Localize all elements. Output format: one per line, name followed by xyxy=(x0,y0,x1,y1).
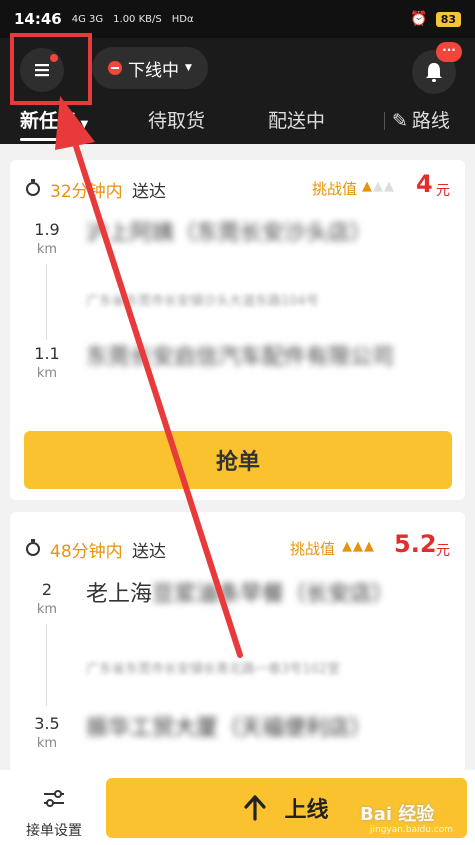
tab-delivering[interactable]: 配送中 xyxy=(268,106,325,133)
bell-icon xyxy=(426,63,442,82)
work-status-toggle[interactable]: 下线中 ▼ xyxy=(92,47,208,89)
order-card[interactable]: 32分钟内 送达 挑战值 ▲▲▲ 4 元 1.9 km 沪上阿姨（东莞长安沙头店… xyxy=(10,160,465,500)
dropoff-distance: 3.5 xyxy=(34,714,60,733)
go-online-label: 上线 xyxy=(284,798,329,823)
network-speed: 1.00 KB/S xyxy=(113,13,162,25)
signal-icon: 4G 3G xyxy=(71,13,104,25)
grab-order-button[interactable]: 抢单 xyxy=(24,431,452,489)
timer-icon xyxy=(26,179,40,196)
dropoff-name: 东莞长安启信汽车配件有限公司 xyxy=(86,345,395,370)
order-settings-label: 接单设置 xyxy=(26,823,82,839)
pickup-distance: 1.9 xyxy=(34,220,60,239)
pickup-name-visible: 老上海 xyxy=(86,582,153,607)
deliver-label: 送达 xyxy=(132,182,166,202)
distance-unit: km xyxy=(36,366,58,381)
price-unit: 元 xyxy=(436,183,450,199)
active-tab-indicator xyxy=(20,138,80,141)
divider xyxy=(384,112,385,130)
work-status-label: 下线中 xyxy=(128,60,180,81)
tab-label: 路线 xyxy=(411,110,450,132)
offline-icon xyxy=(108,61,123,75)
alarm-icon: ⏰ xyxy=(410,11,428,27)
distance-unit: km xyxy=(36,602,58,617)
tab-label: 新任务 xyxy=(20,110,78,132)
watermark-logo: Bai 经验 xyxy=(360,804,435,825)
pickup-distance: 2 xyxy=(41,580,53,599)
tab-route[interactable]: ✎ 路线 xyxy=(392,106,450,133)
challenge-level-icon: ▲▲▲ xyxy=(362,179,395,194)
challenge-level-icon: ▲▲▲ xyxy=(342,539,375,554)
pickup-name: 老上海豆浆油条早餐（长安店） xyxy=(86,578,446,612)
pickup-address: 广东省东莞市长安镇沙头大道东路104号 xyxy=(86,294,319,309)
pickup-name-blurred: 豆浆油条早餐（长安店） xyxy=(152,582,395,607)
distance-unit: km xyxy=(36,242,58,257)
watermark-url: jingyan.baidu.com xyxy=(370,825,454,835)
challenge-label: 挑战值 xyxy=(312,180,358,198)
order-price: 5.2 xyxy=(394,530,437,558)
dropoff-distance: 1.1 xyxy=(34,344,60,363)
route-icon: ✎ xyxy=(392,110,408,132)
arrow-up-icon xyxy=(244,795,267,821)
deliver-label: 送达 xyxy=(132,542,166,562)
battery-level: 83 xyxy=(435,11,461,27)
message-badge: ··· xyxy=(436,42,462,62)
clock: 14:46 xyxy=(14,10,62,28)
route-connector xyxy=(46,264,47,340)
caret-down-icon: ▼ xyxy=(77,119,89,130)
dropoff-name: 振华工贸大厦（天福便利店） xyxy=(86,712,446,746)
annotation-highlight-box xyxy=(10,33,92,105)
price-unit: 元 xyxy=(436,543,450,559)
distance-unit: km xyxy=(36,736,58,751)
time-limit: 48分钟内 xyxy=(50,542,123,562)
route-connector xyxy=(46,624,47,706)
challenge-label: 挑战值 xyxy=(290,540,336,558)
order-settings-button[interactable]: 接单设置 xyxy=(12,782,96,840)
wifi-label: HDα xyxy=(171,13,194,25)
caret-down-icon: ▼ xyxy=(185,63,192,73)
time-limit: 32分钟内 xyxy=(50,182,123,202)
tab-new-tasks[interactable]: 新任务 ▼ xyxy=(20,106,88,133)
sliders-icon xyxy=(44,790,64,807)
dropoff-name-blurred: 振华工贸大厦（天福便利店） xyxy=(86,716,373,741)
tab-awaiting-pickup[interactable]: 待取货 xyxy=(148,106,205,133)
order-price: 4 xyxy=(416,170,433,198)
order-card[interactable]: 48分钟内 送达 挑战值 ▲▲▲ 5.2 元 2 km 老上海豆浆油条早餐（长安… xyxy=(10,512,465,772)
pickup-address: 广东省东莞市长安镇长青北路一巷3号102室 xyxy=(86,662,341,677)
pickup-name: 沪上阿姨（东莞长安沙头店） xyxy=(86,221,373,246)
timer-icon xyxy=(26,539,40,556)
